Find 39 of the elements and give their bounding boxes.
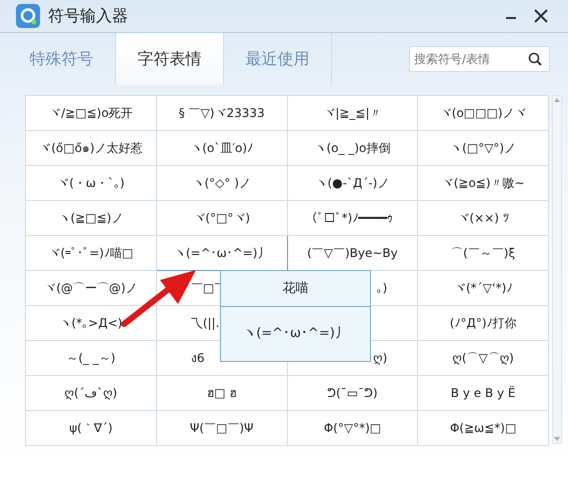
emoticon-cell[interactable]: ψ(｀∇´) bbox=[26, 410, 156, 446]
emoticon-cell[interactable]: ヾ(××) ﾂ bbox=[418, 200, 548, 236]
tooltip-title: 花喵 bbox=[221, 271, 370, 307]
emoticon-cell[interactable]: ヽ(°◇° )ノ bbox=[156, 166, 288, 200]
emoticon-cell[interactable]: ⌒(￣～￣)ξ bbox=[418, 236, 548, 270]
emoticon-cell[interactable]: Ψ(￣□￣)Ψ bbox=[156, 410, 288, 446]
emoticon-cell[interactable]: ヽ(≧□≦)ノ bbox=[26, 200, 156, 236]
emoticon-cell[interactable]: ヽ(o`皿′o)ﾉ bbox=[156, 130, 288, 166]
emoticon-cell[interactable]: ヽ(□°▽°)ノ bbox=[418, 130, 548, 166]
emoticon-cell[interactable]: (ﾉ°Д°)ﾉ打你 bbox=[418, 306, 548, 340]
search-field[interactable]: 搜索符号/表情 bbox=[409, 46, 550, 72]
emoticon-cell[interactable]: ヾ(@⌒ー⌒@)ノ bbox=[26, 270, 156, 306]
emoticon-cell[interactable]: B y e B y Ë bbox=[418, 376, 548, 410]
window-title: 符号输入器 bbox=[48, 5, 128, 27]
emoticon-cell[interactable]: (ﾟ□ﾟ*)ﾉ━━━━ｩ bbox=[287, 200, 418, 236]
emoticon-cell[interactable]: ～(_ _～) bbox=[26, 340, 156, 376]
search-icon[interactable] bbox=[528, 52, 542, 66]
emoticon-cell[interactable]: ღ(´ڡ`ღ) bbox=[26, 376, 156, 410]
emoticon-cell[interactable]: Φ(°▽°*)□ bbox=[287, 410, 418, 446]
emoticon-cell[interactable]: ヾ(o□□□)ノヾ bbox=[418, 96, 548, 130]
emoticon-cell[interactable]: ヾ(*´▽‘*)ﾉ bbox=[418, 270, 548, 306]
emoticon-cell[interactable]: ฮ□ ฮ bbox=[156, 376, 288, 410]
emoticon-cell[interactable]: ヾ(=ﾟ･ﾟ=)ﾉ喵□ bbox=[26, 236, 156, 270]
emoticon-cell[interactable]: ヾ(・ω・`｡) bbox=[26, 166, 156, 200]
tab[interactable]: 字符表情 bbox=[116, 33, 224, 85]
emoticon-cell[interactable]: Φ(≧ω≦*)□ bbox=[418, 410, 548, 446]
emoticon-cell[interactable]: ヾ(ő□ő๑)ノ太好惹 bbox=[26, 130, 156, 166]
emoticon-cell[interactable]: ヽ(●-`Д´-)ノ bbox=[287, 166, 418, 200]
tooltip-emoticon: ヽ(=^･ω･^=)丿 bbox=[242, 325, 349, 343]
app-logo-icon bbox=[16, 4, 40, 28]
emoticon-cell[interactable]: § ￣▽)ヾ23333 bbox=[156, 96, 288, 130]
emoticon-cell[interactable]: ᕤ(¯▭¯ᕤ) bbox=[287, 376, 418, 410]
emoticon-cell[interactable]: ヾ|≧_≦|〃 bbox=[287, 96, 418, 130]
emoticon-cell[interactable]: ヽ(o_ _)o摔倒 bbox=[287, 130, 418, 166]
emoticon-cell[interactable]: ヾ(≧o≦)〃嗷~ bbox=[418, 166, 548, 200]
emoticon-cell[interactable]: ヾ/≧□≦)o死开 bbox=[26, 96, 156, 130]
emoticon-cell[interactable]: ヽ(*｡>Д<) bbox=[26, 306, 156, 340]
emoticon-cell[interactable]: ヾ(°□°ヾ) bbox=[156, 200, 288, 236]
emoticon-cell[interactable]: ღ(⌒▽⌒ღ) bbox=[418, 340, 548, 376]
